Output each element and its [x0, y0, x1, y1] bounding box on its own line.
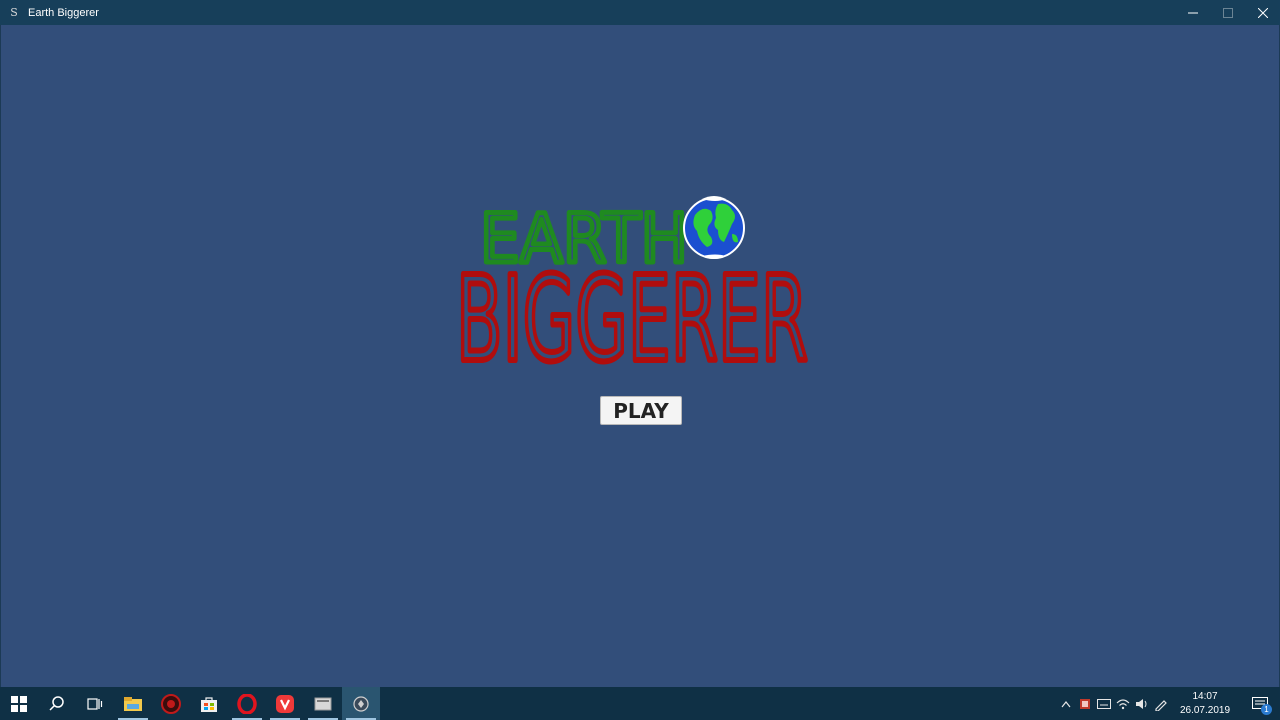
- windows-start-icon: [11, 695, 27, 712]
- taskbar-app[interactable]: [304, 687, 342, 720]
- taskbar-store[interactable]: [190, 687, 228, 720]
- opera-icon: [237, 693, 257, 714]
- store-bag-icon: [201, 696, 217, 712]
- window-title: Earth Biggerer: [28, 6, 99, 19]
- app-logo-icon: S: [10, 6, 18, 19]
- notification-badge: 1: [1261, 704, 1272, 715]
- start-button[interactable]: [0, 687, 38, 720]
- task-view-button[interactable]: [76, 687, 114, 720]
- search-button[interactable]: [38, 687, 76, 720]
- keyboard-icon[interactable]: [1094, 687, 1113, 720]
- taskbar: 14:07 26.07.2019 1: [0, 687, 1280, 720]
- minimize-icon: [1187, 12, 1198, 13]
- chevron-up-icon[interactable]: [1056, 687, 1075, 720]
- clock-date: 26.07.2019: [1179, 704, 1231, 716]
- action-center-button[interactable]: 1: [1240, 687, 1280, 720]
- minimize-button[interactable]: [1175, 0, 1210, 25]
- maximize-icon: [1222, 7, 1233, 18]
- window-app-icon: [314, 697, 332, 710]
- close-button[interactable]: [1245, 0, 1280, 25]
- taskbar-opera[interactable]: [228, 687, 266, 720]
- search-icon: [49, 695, 64, 711]
- folder-icon: [124, 696, 142, 711]
- pen-icon[interactable]: [1151, 687, 1170, 720]
- clock-time: 14:07: [1192, 690, 1218, 702]
- system-tray: 14:07 26.07.2019 1: [1056, 687, 1280, 720]
- taskbar-red-app[interactable]: [152, 687, 190, 720]
- logo-biggerer-text: BIGGERER: [456, 250, 808, 388]
- unity-game-icon: [353, 695, 369, 712]
- task-view-icon: [87, 697, 103, 710]
- red-gear-app-icon: [161, 693, 181, 714]
- taskbar-file-explorer[interactable]: [114, 687, 152, 720]
- tray-app-icon[interactable]: [1075, 687, 1094, 720]
- taskbar-vivaldi[interactable]: [266, 687, 304, 720]
- volume-icon[interactable]: [1132, 687, 1151, 720]
- title-bar: S Earth Biggerer: [0, 0, 1280, 25]
- clock[interactable]: 14:07 26.07.2019: [1170, 690, 1240, 718]
- taskbar-game-app[interactable]: [342, 687, 380, 720]
- vivaldi-icon: [276, 694, 294, 713]
- close-icon: [1257, 7, 1268, 18]
- wifi-icon[interactable]: [1113, 687, 1132, 720]
- maximize-button[interactable]: [1210, 0, 1245, 25]
- game-logo: EARTH BIGGERER: [453, 196, 811, 390]
- play-button[interactable]: PLAY: [600, 396, 682, 425]
- window-controls: [1175, 0, 1280, 25]
